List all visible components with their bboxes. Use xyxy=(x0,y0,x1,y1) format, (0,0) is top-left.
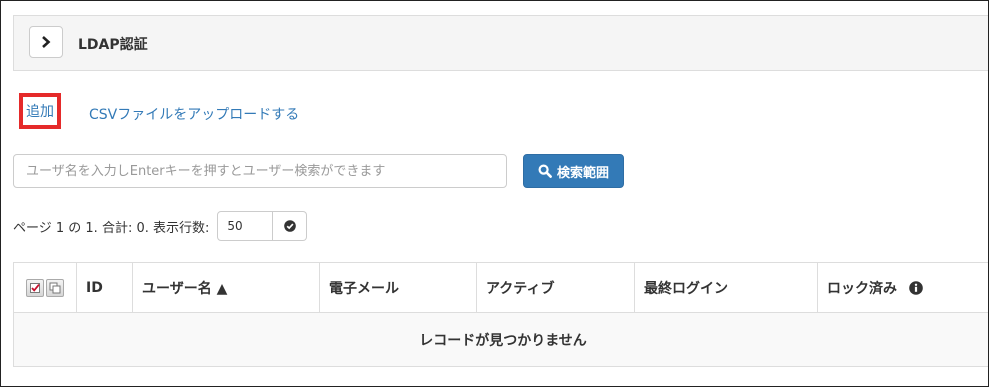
rows-per-page-apply-button[interactable] xyxy=(273,211,308,241)
pager-summary: ページ 1 の 1. 合計: 0. 表示行数: xyxy=(13,220,210,236)
panel-header: LDAP認証 xyxy=(13,15,988,71)
empty-message: レコードが見つかりません xyxy=(13,312,988,367)
check-circle-icon xyxy=(284,220,296,232)
app-frame: LDAP認証 追加 CSVファイルをアップロードする 検索範囲 ページ 1 の … xyxy=(0,0,989,387)
column-header-email[interactable]: 電子メール xyxy=(319,262,477,313)
search-icon xyxy=(538,164,552,178)
user-search-input[interactable] xyxy=(13,154,507,188)
add-highlight-box: 追加 xyxy=(19,93,61,129)
panel-title: LDAP認証 xyxy=(78,37,148,53)
column-header-id[interactable]: ID xyxy=(76,262,133,313)
column-header-last-login[interactable]: 最終ログイン xyxy=(634,262,818,313)
locked-column-label: ロック済み xyxy=(827,280,897,297)
rows-per-page-input[interactable] xyxy=(217,211,274,241)
search-scope-label: 検索範囲 xyxy=(556,165,609,181)
empty-row: レコードが見つかりません xyxy=(13,312,988,367)
panel-toggle-button[interactable] xyxy=(29,26,63,58)
csv-upload-link[interactable]: CSVファイルをアップロードする xyxy=(89,104,299,124)
select-column-header xyxy=(13,262,77,313)
chevron-right-icon xyxy=(42,36,51,48)
checkbox-check-icon[interactable] xyxy=(26,278,44,297)
users-table: ID ユーザー名 ▲ 電子メール アクティブ 最終ログイン ロック済み レコード… xyxy=(13,262,988,367)
column-header-locked[interactable]: ロック済み xyxy=(817,262,988,313)
search-scope-button[interactable]: 検索範囲 xyxy=(523,154,624,188)
rows-per-page-group xyxy=(217,211,308,241)
add-link[interactable]: 追加 xyxy=(26,101,54,121)
column-header-active[interactable]: アクティブ xyxy=(476,262,635,313)
pager: ページ 1 の 1. 合計: 0. 表示行数: xyxy=(13,211,308,241)
checkbox-copy-icon[interactable] xyxy=(46,278,64,297)
table-header-row: ID ユーザー名 ▲ 電子メール アクティブ 最終ログイン ロック済み xyxy=(13,262,988,313)
column-header-username[interactable]: ユーザー名 ▲ xyxy=(132,262,320,313)
info-circle-icon[interactable] xyxy=(909,280,923,295)
